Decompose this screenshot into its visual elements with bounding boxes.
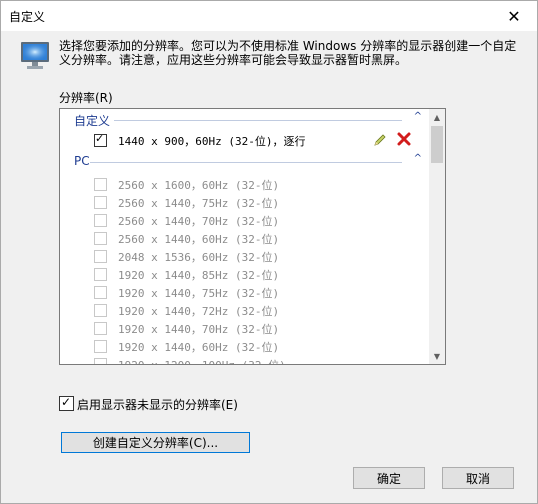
group-divider	[114, 120, 402, 121]
resolution-row: 2560 x 1440，70Hz (32-位)	[60, 211, 428, 229]
chevron-up-icon: ▲	[433, 112, 441, 122]
resolution-label: 2560 x 1600，60Hz (32-位)	[118, 179, 280, 192]
resolution-checkbox	[94, 250, 107, 263]
close-icon: ✕	[507, 6, 521, 26]
resolution-row: 1920 x 1440，70Hz (32-位)	[60, 319, 428, 337]
group-header[interactable]: PC ^	[60, 153, 428, 171]
resolution-row: 2560 x 1440，60Hz (32-位)	[60, 229, 428, 247]
resolution-row: 2048 x 1536，60Hz (32-位)	[60, 247, 428, 265]
resolution-checkbox	[94, 358, 107, 364]
vertical-scrollbar[interactable]: ▲ ▼	[429, 109, 445, 364]
cancel-button[interactable]: 取消	[442, 467, 514, 489]
customize-dialog: 自定义 ✕ 选择您要添加的分辨率。您可以为不使用标准 Windows 分辨率的显…	[0, 0, 538, 504]
scroll-up-button[interactable]: ▲	[429, 109, 445, 125]
resolution-label: 1440 x 900，60Hz (32-位)，逐行	[118, 135, 306, 148]
resolution-checkbox	[94, 322, 107, 335]
close-button[interactable]: ✕	[491, 1, 537, 31]
resolution-list-label: 分辨率(R)	[59, 91, 113, 105]
resolution-checkbox	[94, 286, 107, 299]
resolution-label: 1920 x 1440，85Hz (32-位)	[118, 269, 280, 282]
resolution-row: 1920 x 1200，100Hz (32-位)	[60, 355, 428, 364]
resolution-label: 1920 x 1200，100Hz (32-位)	[118, 357, 286, 364]
resolution-checkbox	[94, 178, 107, 191]
scroll-thumb[interactable]	[431, 126, 443, 163]
group-divider	[90, 162, 402, 163]
checkmark-icon: ✓	[61, 395, 72, 409]
resolution-label: 2560 x 1440，60Hz (32-位)	[118, 233, 280, 246]
resolution-label: 2560 x 1440，70Hz (32-位)	[118, 215, 280, 228]
window-title: 自定义	[9, 10, 46, 24]
collapse-caret-icon[interactable]: ^	[414, 153, 422, 164]
title-bar: 自定义 ✕	[1, 1, 537, 31]
resolution-label: 1920 x 1440，60Hz (32-位)	[118, 341, 280, 354]
scroll-down-button[interactable]: ▼	[429, 348, 445, 364]
group-label: PC	[74, 154, 90, 168]
group-label: 自定义	[74, 114, 111, 128]
resolution-checkbox	[94, 340, 107, 353]
resolution-label: 1920 x 1440，70Hz (32-位)	[118, 323, 280, 336]
pencil-icon[interactable]	[372, 132, 388, 148]
ok-button[interactable]: 确定	[353, 467, 425, 489]
resolution-label: 2048 x 1536，60Hz (32-位)	[118, 251, 280, 264]
resolution-row: 1920 x 1440，72Hz (32-位)	[60, 301, 428, 319]
description-text: 选择您要添加的分辨率。您可以为不使用标准 Windows 分辨率的显示器创建一个…	[59, 39, 517, 67]
resolution-checkbox[interactable]: ✓	[94, 132, 107, 147]
resolution-row: 1920 x 1440，75Hz (32-位)	[60, 283, 428, 301]
resolution-row[interactable]: ✓ 1440 x 900，60Hz (32-位)，逐行	[60, 131, 428, 149]
delete-x-icon[interactable]	[396, 131, 412, 147]
create-custom-resolution-button[interactable]: 创建自定义分辨率(C)...	[61, 432, 250, 453]
collapse-caret-icon[interactable]: ^	[414, 111, 422, 122]
resolution-row: 1920 x 1440，60Hz (32-位)	[60, 337, 428, 355]
resolution-row: 2560 x 1600，60Hz (32-位)	[60, 175, 428, 193]
resolution-checkbox	[94, 304, 107, 317]
resolution-checkbox	[94, 268, 107, 281]
resolution-checkbox	[94, 196, 107, 209]
resolution-row: 2560 x 1440，75Hz (32-位)	[60, 193, 428, 211]
resolution-checkbox	[94, 232, 107, 245]
resolution-row: 1920 x 1440，85Hz (32-位)	[60, 265, 428, 283]
resolution-checkbox	[94, 214, 107, 227]
enable-hidden-resolutions-checkbox[interactable]: ✓	[59, 395, 74, 411]
monitor-icon	[21, 42, 49, 69]
group-header[interactable]: 自定义 ^	[60, 111, 428, 129]
resolution-list[interactable]: 自定义 ^ ✓ 1440 x 900，60Hz (32-位)，逐行 PC ^ 2560 x …	[59, 108, 446, 365]
resolution-label: 2560 x 1440，75Hz (32-位)	[118, 197, 280, 210]
resolution-label: 1920 x 1440，75Hz (32-位)	[118, 287, 280, 300]
enable-hidden-resolutions-label[interactable]: 启用显示器未显示的分辨率(E)	[77, 396, 238, 413]
chevron-down-icon: ▼	[433, 351, 441, 361]
checkmark-icon: ✓	[95, 132, 105, 145]
resolution-label: 1920 x 1440，72Hz (32-位)	[118, 305, 280, 318]
